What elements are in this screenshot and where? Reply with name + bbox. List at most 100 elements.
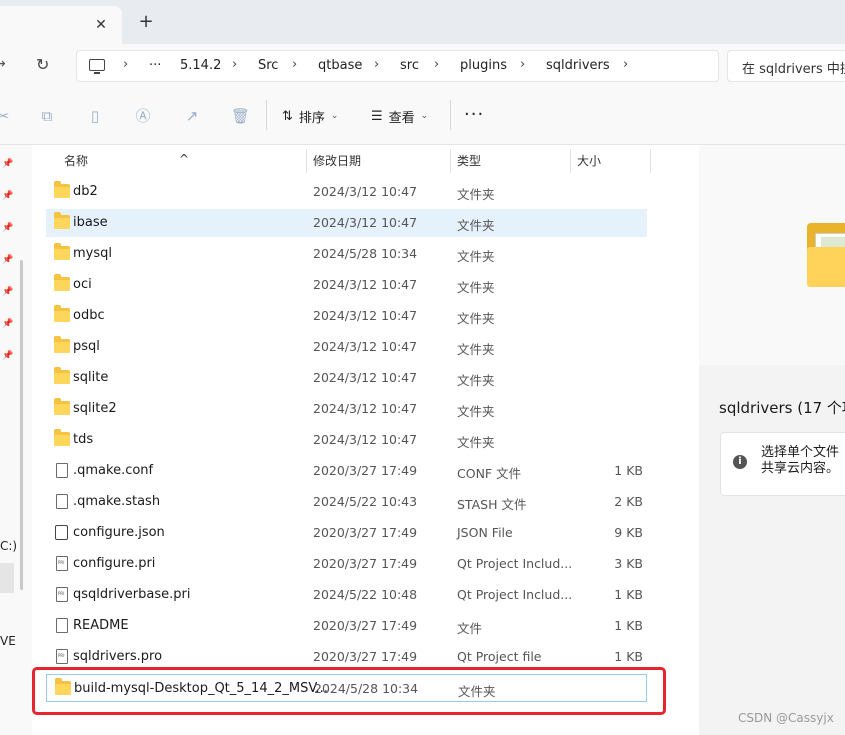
chevron-right-icon[interactable]: › bbox=[623, 57, 628, 72]
breadcrumb-src[interactable]: src bbox=[400, 58, 419, 73]
file-modified: 2024/5/22 10:43 bbox=[313, 494, 418, 509]
file-size: 1 KB bbox=[614, 463, 643, 478]
sort-ascending-icon: ^ bbox=[179, 152, 190, 166]
copy-icon[interactable]: ⧉ bbox=[38, 107, 56, 125]
file-modified: 2024/3/12 10:47 bbox=[313, 277, 418, 292]
pin-icon[interactable]: 📌 bbox=[2, 351, 13, 361]
file-row[interactable]: psql 2024/3/12 10:47 文件夹 bbox=[46, 333, 647, 361]
file-icon bbox=[56, 463, 68, 478]
file-name: psql bbox=[73, 339, 100, 354]
nav-item-local-disk[interactable]: C:) bbox=[0, 539, 17, 553]
breadcrumb-qtbase[interactable]: qtbase bbox=[318, 58, 362, 73]
file-row[interactable]: odbc 2024/3/12 10:47 文件夹 bbox=[46, 302, 647, 330]
column-divider[interactable] bbox=[306, 149, 307, 173]
file-row[interactable]: tds 2024/3/12 10:47 文件夹 bbox=[46, 426, 647, 454]
view-button[interactable]: ☰ 查看 ⌄ bbox=[371, 104, 428, 128]
breadcrumb-src-upper[interactable]: Src bbox=[258, 58, 278, 73]
forward-icon[interactable]: → bbox=[0, 56, 12, 74]
file-modified: 2020/3/27 17:49 bbox=[313, 649, 418, 664]
file-type: 文件夹 bbox=[457, 435, 495, 450]
address-bar[interactable]: › ··· 5.14.2 › Src › qtbase › src › plug… bbox=[76, 50, 719, 82]
column-type[interactable]: 类型 bbox=[457, 152, 481, 169]
folder-icon bbox=[54, 336, 70, 353]
file-row[interactable]: ibase 2024/3/12 10:47 文件夹 bbox=[46, 209, 647, 237]
nav-item-drive[interactable]: VE bbox=[0, 634, 16, 648]
breadcrumb-plugins[interactable]: plugins bbox=[460, 58, 507, 73]
pin-icon[interactable]: 📌 bbox=[2, 287, 13, 297]
folder-icon bbox=[54, 398, 70, 415]
more-options-button[interactable]: ··· bbox=[464, 104, 484, 125]
file-type: 文件夹 bbox=[457, 311, 495, 326]
breadcrumb-overflow[interactable]: ··· bbox=[149, 58, 161, 73]
refresh-icon[interactable]: ↻ bbox=[36, 56, 54, 74]
file-row[interactable]: .qmake.conf 2020/3/27 17:49 CONF 文件 1 KB bbox=[46, 457, 647, 485]
file-modified: 2024/3/12 10:47 bbox=[313, 401, 418, 416]
info-text: 选择单个文件 共享云内容。 bbox=[761, 445, 845, 477]
pin-icon[interactable]: 📌 bbox=[2, 223, 13, 233]
column-divider[interactable] bbox=[570, 149, 571, 173]
file-row[interactable]: db2 2024/3/12 10:47 文件夹 bbox=[46, 178, 647, 206]
file-row[interactable]: sqlite2 2024/3/12 10:47 文件夹 bbox=[46, 395, 647, 423]
pin-icon[interactable]: 📌 bbox=[2, 191, 13, 201]
paste-icon[interactable]: ▯ bbox=[86, 107, 104, 125]
tab-strip: ✕ + bbox=[0, 0, 845, 44]
file-size: 3 KB bbox=[614, 556, 643, 571]
file-modified: 2020/3/27 17:49 bbox=[313, 556, 418, 571]
file-row[interactable]: oci 2024/3/12 10:47 文件夹 bbox=[46, 271, 647, 299]
file-type: 文件 bbox=[457, 621, 483, 636]
file-name: sqlite bbox=[73, 370, 109, 385]
close-icon[interactable]: ✕ bbox=[93, 17, 109, 33]
nav-scrollbar[interactable] bbox=[20, 260, 23, 590]
pin-icon[interactable]: 📌 bbox=[2, 159, 13, 169]
file-type: 文件夹 bbox=[457, 280, 495, 295]
nav-item-selected[interactable] bbox=[0, 563, 14, 593]
chevron-right-icon[interactable]: › bbox=[434, 57, 439, 72]
file-name: db2 bbox=[73, 184, 98, 199]
chevron-right-icon[interactable]: › bbox=[123, 57, 128, 72]
file-modified: 2024/3/12 10:47 bbox=[313, 215, 418, 230]
pin-icon[interactable]: 📌 bbox=[2, 319, 13, 329]
file-type: 文件夹 bbox=[457, 404, 495, 419]
folder-icon bbox=[54, 212, 70, 229]
this-pc-icon[interactable] bbox=[89, 59, 105, 74]
file-row[interactable]: configure.pri 2020/3/27 17:49 Qt Project I… bbox=[46, 550, 647, 578]
chevron-right-icon[interactable]: › bbox=[232, 57, 237, 72]
file-row[interactable]: configure.json 2020/3/27 17:49 JSON File 9 … bbox=[46, 519, 647, 547]
file-row[interactable]: sqlite 2024/3/12 10:47 文件夹 bbox=[46, 364, 647, 392]
file-modified: 2024/3/12 10:47 bbox=[313, 432, 418, 447]
chevron-down-icon: ⌄ bbox=[330, 111, 339, 121]
column-divider[interactable] bbox=[650, 149, 651, 173]
delete-icon[interactable]: 🗑 bbox=[231, 107, 250, 125]
address-row: → ↻ › ··· 5.14.2 › Src › qtbase › src › … bbox=[0, 44, 845, 88]
chevron-right-icon[interactable]: › bbox=[292, 57, 297, 72]
sort-icon: ⇅ bbox=[282, 108, 293, 124]
cut-icon[interactable]: ✂ bbox=[0, 107, 12, 125]
breadcrumb-5-14-2[interactable]: 5.14.2 bbox=[180, 58, 221, 73]
file-row[interactable]: .qmake.stash 2024/5/22 10:43 STASH 文件 2 KB bbox=[46, 488, 647, 516]
column-modified[interactable]: 修改日期 bbox=[313, 152, 361, 169]
folder-icon bbox=[54, 243, 70, 260]
sort-button[interactable]: ⇅ 排序 ⌄ bbox=[282, 104, 338, 128]
file-name: README bbox=[73, 618, 129, 633]
info-icon: i bbox=[733, 455, 747, 469]
file-row[interactable]: mysql 2024/5/28 10:34 文件夹 bbox=[46, 240, 647, 268]
view-icon: ☰ bbox=[371, 108, 383, 124]
column-size[interactable]: 大小 bbox=[577, 152, 601, 169]
search-box[interactable]: 在 sqldrivers 中搜 bbox=[727, 50, 845, 82]
file-type: 文件夹 bbox=[457, 249, 495, 264]
new-tab-button[interactable]: + bbox=[136, 12, 156, 32]
chevron-right-icon[interactable]: › bbox=[520, 57, 525, 72]
file-name: ibase bbox=[73, 215, 108, 230]
chevron-right-icon[interactable]: › bbox=[374, 57, 379, 72]
file-icon bbox=[56, 618, 68, 633]
file-row[interactable]: qsqldriverbase.pri 2024/5/22 10:48 Qt Proj… bbox=[46, 581, 647, 609]
tab-sqldrivers[interactable]: ✕ bbox=[0, 6, 122, 44]
file-row[interactable]: README 2020/3/27 17:49 文件 1 KB bbox=[46, 612, 647, 640]
column-divider[interactable] bbox=[450, 149, 451, 173]
pin-icon[interactable]: 📌 bbox=[2, 255, 13, 265]
view-label: 查看 bbox=[388, 110, 415, 126]
breadcrumb-sqldrivers[interactable]: sqldrivers bbox=[546, 58, 610, 73]
column-name[interactable]: 名称 bbox=[64, 152, 88, 169]
share-icon[interactable]: ↗ bbox=[183, 107, 201, 125]
rename-icon[interactable]: Ⓐ bbox=[134, 107, 152, 125]
